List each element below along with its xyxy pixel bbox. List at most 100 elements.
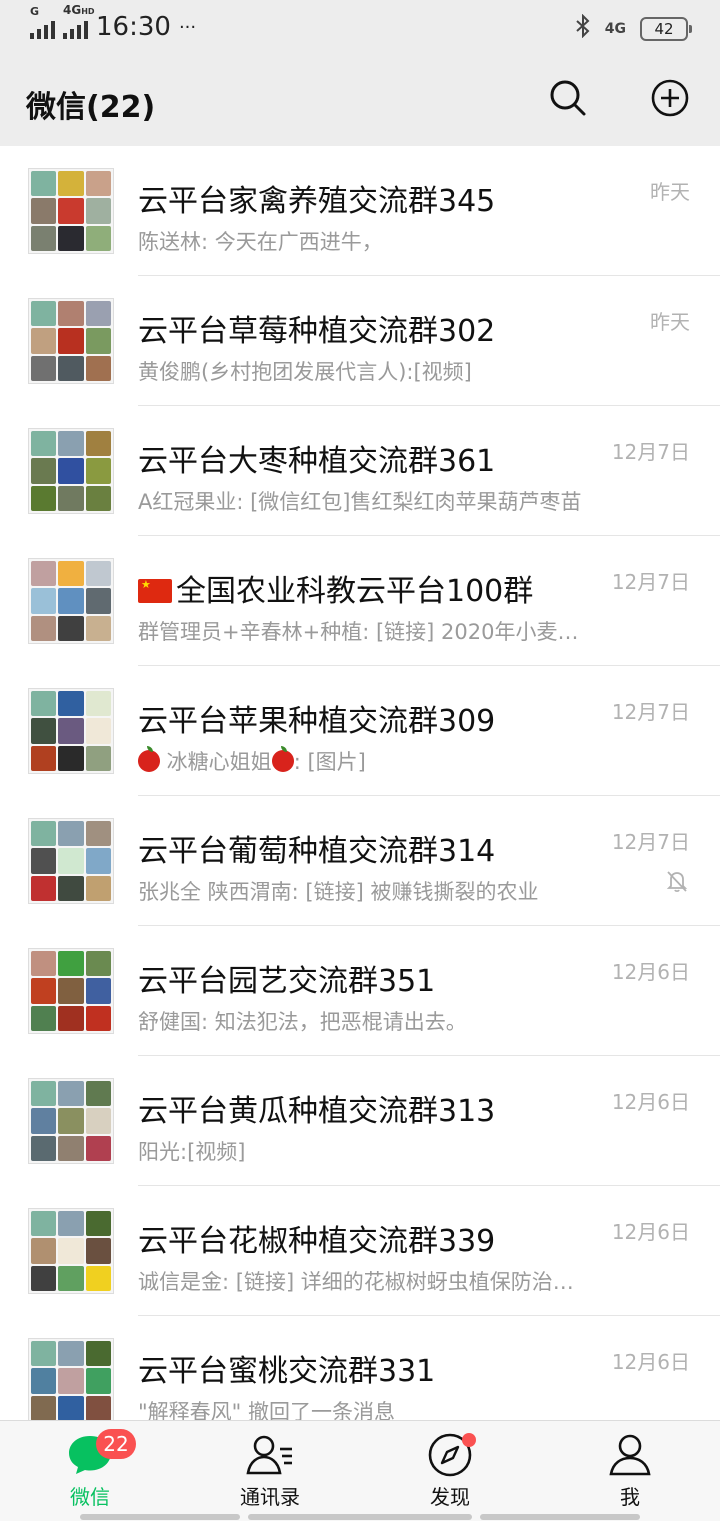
avatar-tile bbox=[58, 485, 84, 511]
chat-item[interactable]: 云平台苹果种植交流群309 冰糖心姐姐: [图片] 12月7日 bbox=[0, 666, 720, 796]
chat-time: 昨天 bbox=[650, 310, 690, 334]
avatar-tile bbox=[31, 978, 57, 1004]
chat-name: 云平台草莓种植交流群302 bbox=[138, 314, 496, 349]
chat-list[interactable]: 云平台家禽养殖交流群345 陈送林: 今天在广西进牛， 昨天 云平台草莓种植交流群30… bbox=[0, 146, 720, 1420]
chat-item[interactable]: 云平台花椒种植交流群339 诚信是金: [链接] 详细的花椒树蚜虫植保防治… 12月… bbox=[0, 1186, 720, 1316]
avatar-tile bbox=[85, 1341, 111, 1367]
avatar-tile bbox=[85, 1368, 111, 1394]
tab-discover[interactable]: 发现 bbox=[390, 1431, 510, 1510]
avatar-tile bbox=[85, 588, 111, 614]
avatar-tile bbox=[85, 745, 111, 771]
signal-icon: G bbox=[30, 5, 55, 39]
tab-label: 发现 bbox=[430, 1485, 470, 1509]
chat-item[interactable]: 云平台蜜桃交流群331 "解释春风" 撤回了一条消息 12月6日 bbox=[0, 1316, 720, 1420]
avatar-tile bbox=[31, 1108, 57, 1134]
avatar-tile bbox=[31, 1395, 57, 1420]
chat-time: 昨天 bbox=[650, 180, 690, 204]
chat-item[interactable]: 云平台园艺交流群351 舒健国: 知法犯法，把恶棍请出去。 12月6日 bbox=[0, 926, 720, 1056]
chat-item[interactable]: 云平台家禽养殖交流群345 陈送林: 今天在广西进牛， 昨天 bbox=[0, 146, 720, 276]
avatar-tile bbox=[58, 951, 84, 977]
chat-name: 云平台黄瓜种植交流群313 bbox=[138, 1094, 496, 1129]
chat-name: 云平台大枣种植交流群361 bbox=[138, 444, 496, 479]
avatar-tile bbox=[31, 561, 57, 587]
muted-bell-icon bbox=[664, 868, 690, 894]
chat-time: 12月7日 bbox=[611, 440, 690, 464]
chat-time: 12月7日 bbox=[611, 570, 690, 594]
avatar-tile bbox=[85, 485, 111, 511]
tab-contacts[interactable]: 通讯录 bbox=[210, 1431, 330, 1510]
chat-name: 云平台园艺交流群351 bbox=[138, 964, 436, 999]
avatar-tile bbox=[31, 171, 57, 197]
contacts-icon bbox=[246, 1435, 292, 1475]
last-message: A红冠果业: [微信红包]售红梨红肉苹果葫芦枣苗 bbox=[138, 490, 582, 514]
group-avatar bbox=[28, 818, 114, 904]
avatar-tile bbox=[58, 1211, 84, 1237]
plus-circle-icon bbox=[651, 79, 689, 117]
chat-name: 云平台家禽养殖交流群345 bbox=[138, 184, 496, 219]
clock: 16:30 bbox=[96, 12, 171, 42]
avatar-tile bbox=[85, 171, 111, 197]
tab-chats[interactable]: 22 微信 bbox=[30, 1429, 150, 1510]
battery-icon: 42 bbox=[640, 16, 692, 41]
avatar-tile bbox=[58, 615, 84, 641]
group-avatar bbox=[28, 1078, 114, 1164]
avatar-tile bbox=[58, 691, 84, 717]
app-header: 微信(22) bbox=[0, 56, 720, 142]
last-message: 冰糖心姐姐: [图片] bbox=[138, 746, 618, 776]
chat-item[interactable]: 云平台葡萄种植交流群314 张兆全 陕西渭南: [链接] 被赚钱撕裂的农业 12月7… bbox=[0, 796, 720, 926]
chat-item[interactable]: 全国农业科教云平台100群群管理员+辛春林+种植: [链接] 2020年小麦… 1… bbox=[0, 536, 720, 666]
avatar-tile bbox=[58, 1395, 84, 1420]
avatar-tile bbox=[58, 1108, 84, 1134]
last-message: "解释春风" 撤回了一条消息 bbox=[138, 1400, 395, 1420]
chat-item[interactable]: 云平台黄瓜种植交流群313 阳光:[视频] 12月6日 bbox=[0, 1056, 720, 1186]
avatar-tile bbox=[31, 225, 57, 251]
person-icon bbox=[609, 1434, 651, 1476]
avatar-tile bbox=[85, 1108, 111, 1134]
chat-name: 云平台苹果种植交流群309 bbox=[138, 704, 496, 739]
avatar-tile bbox=[31, 1368, 57, 1394]
avatar-tile bbox=[58, 1265, 84, 1291]
group-avatar bbox=[28, 688, 114, 774]
avatar-tile bbox=[58, 1081, 84, 1107]
search-button[interactable] bbox=[548, 78, 588, 118]
tab-me[interactable]: 我 bbox=[570, 1431, 690, 1510]
network-4g-icon: 4G bbox=[604, 20, 626, 37]
avatar-tile bbox=[31, 718, 57, 744]
chat-item[interactable]: 云平台草莓种植交流群302 黄俊鹏(乡村抱团发展代言人):[视频] 昨天 bbox=[0, 276, 720, 406]
avatar-tile bbox=[31, 1005, 57, 1031]
last-message: 群管理员+辛春林+种植: [链接] 2020年小麦… bbox=[138, 620, 579, 644]
avatar-tile bbox=[85, 1238, 111, 1264]
avatar-tile bbox=[85, 355, 111, 381]
avatar-tile bbox=[58, 718, 84, 744]
add-button[interactable] bbox=[650, 78, 690, 118]
page-title: 微信(22) bbox=[26, 90, 156, 125]
avatar-tile bbox=[85, 875, 111, 901]
avatar-tile bbox=[58, 328, 84, 354]
avatar-tile bbox=[31, 301, 57, 327]
avatar-tile bbox=[85, 1265, 111, 1291]
avatar-tile bbox=[58, 301, 84, 327]
avatar-tile bbox=[31, 745, 57, 771]
chat-name: 云平台葡萄种植交流群314 bbox=[138, 834, 496, 869]
avatar-tile bbox=[85, 328, 111, 354]
chat-time: 12月6日 bbox=[611, 1350, 690, 1374]
avatar-tile bbox=[58, 1238, 84, 1264]
avatar-tile bbox=[58, 198, 84, 224]
last-message: 诚信是金: [链接] 详细的花椒树蚜虫植保防治… bbox=[138, 1270, 574, 1294]
gesture-bar bbox=[248, 1514, 472, 1520]
avatar-tile bbox=[31, 458, 57, 484]
last-message: 舒健国: 知法犯法，把恶棍请出去。 bbox=[138, 1010, 467, 1034]
avatar-tile bbox=[58, 848, 84, 874]
new-indicator-dot bbox=[462, 1433, 476, 1447]
chat-time: 12月7日 bbox=[611, 830, 690, 854]
apple-emoji-icon bbox=[271, 746, 294, 772]
more-indicator: ··· bbox=[178, 16, 197, 38]
avatar-tile bbox=[58, 355, 84, 381]
chat-name: 云平台蜜桃交流群331 bbox=[138, 1354, 436, 1389]
chat-item[interactable]: 云平台大枣种植交流群361 A红冠果业: [微信红包]售红梨红肉苹果葫芦枣苗 12月… bbox=[0, 406, 720, 536]
avatar-tile bbox=[58, 1341, 84, 1367]
avatar-tile bbox=[58, 561, 84, 587]
tab-bar: 22 微信 通讯录 发现 我 bbox=[0, 1420, 720, 1521]
avatar-tile bbox=[31, 1135, 57, 1161]
avatar-tile bbox=[85, 561, 111, 587]
